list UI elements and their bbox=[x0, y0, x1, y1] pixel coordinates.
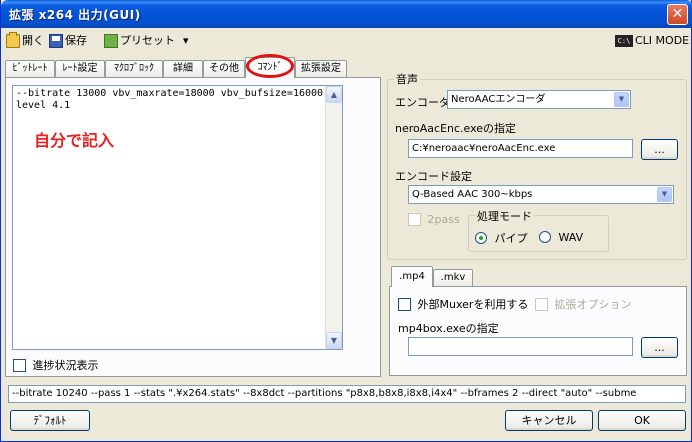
close-button[interactable]: ✕ bbox=[667, 4, 688, 25]
save-label: 保存 bbox=[65, 34, 87, 47]
encode-setting-value: Q-Based AAC 300~kbps bbox=[412, 189, 533, 200]
default-button[interactable]: ﾃﾞﾌｫﾙﾄ bbox=[10, 410, 90, 431]
mode-pipe-radio[interactable] bbox=[475, 232, 487, 244]
progress-checkbox[interactable] bbox=[13, 358, 26, 372]
twopass-checkbox[interactable] bbox=[408, 212, 421, 226]
ext-option-checkbox[interactable] bbox=[535, 297, 548, 311]
encoder-select[interactable]: NeroAACエンコーダ ▼ bbox=[447, 90, 631, 109]
encoder-label: エンコーダ bbox=[395, 96, 450, 109]
title-bar: 拡張 x264 出力(GUI) ✕ bbox=[1, 0, 692, 28]
save-button[interactable]: 保存 bbox=[49, 32, 87, 50]
chevron-down-icon[interactable]: ▼ bbox=[657, 187, 672, 202]
scroll-down-icon[interactable]: ▼ bbox=[326, 332, 342, 349]
toolbar: 開く 保存 プリセット ▾ C:\ CLI MODE bbox=[3, 29, 691, 53]
chevron-down-icon[interactable]: ▼ bbox=[614, 92, 629, 107]
vertical-scrollbar[interactable]: ▲ ▼ bbox=[325, 86, 342, 349]
cli-mode-button[interactable]: C:\ CLI MODE bbox=[615, 32, 689, 50]
preset-label: プリセット bbox=[120, 34, 175, 47]
tab-rate-settings[interactable]: ﾚｰﾄ設定 bbox=[55, 60, 105, 77]
cli-mode-label: CLI MODE bbox=[635, 34, 690, 47]
preset-icon bbox=[104, 34, 118, 48]
ext-option-checkbox-row[interactable]: 拡張オプション bbox=[535, 296, 632, 312]
tab-other[interactable]: その他 bbox=[203, 60, 245, 77]
cancel-button[interactable]: キャンセル bbox=[505, 410, 593, 431]
tab-macroblock[interactable]: ﾏｸﾛﾌﾞﾛｯｸ bbox=[105, 60, 163, 77]
mode-wav-radio-row[interactable]: WAV bbox=[539, 230, 583, 244]
mode-group-title: 処理モード bbox=[475, 208, 534, 224]
mode-wav-label: WAV bbox=[558, 230, 584, 244]
console-icon: C:\ bbox=[615, 35, 633, 47]
tab-mp4[interactable]: .mp4 bbox=[391, 266, 433, 287]
tab-bitrate[interactable]: ﾋﾞｯﾄﾚｰﾄ bbox=[5, 60, 55, 77]
open-button[interactable]: 開く bbox=[6, 32, 44, 50]
close-icon: ✕ bbox=[671, 6, 684, 22]
command-text: --bitrate 13000 vbv_maxrate=18000 vbv_bu… bbox=[16, 88, 342, 111]
tab-extended-settings[interactable]: 拡張設定 bbox=[295, 60, 347, 77]
annotation-text: 自分で記入 bbox=[34, 131, 115, 150]
twopass-checkbox-row[interactable]: 2pass bbox=[408, 212, 460, 226]
open-label: 開く bbox=[22, 34, 44, 47]
command-textarea[interactable]: --bitrate 13000 vbv_maxrate=18000 vbv_bu… bbox=[12, 85, 343, 350]
external-muxer-checkbox[interactable] bbox=[398, 297, 411, 311]
encoder-select-value: NeroAACエンコーダ bbox=[451, 94, 546, 105]
mode-pipe-radio-row[interactable]: パイプ bbox=[475, 230, 528, 246]
progress-checkbox-row[interactable]: 進捗状況表示 bbox=[13, 357, 99, 373]
chevron-down-icon: ▾ bbox=[183, 34, 189, 47]
tab-details[interactable]: 詳細 bbox=[163, 60, 203, 77]
mp4box-browse-button[interactable]: ... bbox=[641, 337, 678, 358]
twopass-label: 2pass bbox=[427, 212, 460, 226]
mode-wav-radio[interactable] bbox=[539, 231, 551, 243]
external-muxer-label: 外部Muxerを利用する bbox=[417, 298, 529, 311]
progress-checkbox-label: 進捗状況表示 bbox=[32, 359, 99, 372]
floppy-disk-icon bbox=[49, 34, 63, 48]
scroll-up-icon[interactable]: ▲ bbox=[326, 86, 342, 103]
ext-option-label: 拡張オプション bbox=[554, 298, 632, 311]
preset-button[interactable]: プリセット ▾ bbox=[104, 32, 189, 50]
exe-path-input[interactable]: C:¥neroaac¥neroAacEnc.exe bbox=[408, 139, 633, 158]
folder-open-icon bbox=[6, 32, 20, 48]
external-muxer-checkbox-row[interactable]: 外部Muxerを利用する bbox=[398, 296, 528, 312]
exe-path-label: neroAacEnc.exeの指定 bbox=[395, 122, 517, 135]
audio-group-title: 音声 bbox=[394, 71, 420, 87]
encode-setting-label: エンコード設定 bbox=[395, 170, 472, 183]
exe-browse-button[interactable]: ... bbox=[641, 139, 678, 160]
mp4box-path-input[interactable] bbox=[408, 337, 633, 356]
mp4box-label: mp4box.exeの指定 bbox=[398, 322, 499, 335]
encode-setting-select[interactable]: Q-Based AAC 300~kbps ▼ bbox=[408, 185, 674, 204]
tab-command[interactable]: ｺﾏﾝﾄﾞ bbox=[245, 57, 295, 78]
ok-button[interactable]: OK bbox=[598, 410, 686, 431]
mode-pipe-label: パイプ bbox=[494, 232, 528, 245]
window-title: 拡張 x264 出力(GUI) bbox=[9, 8, 141, 22]
commandline-preview[interactable]: --bitrate 10240 --pass 1 --stats ".¥x264… bbox=[8, 385, 686, 403]
main-window: 拡張 x264 出力(GUI) ✕ 開く 保存 プリセット ▾ C:\ CLI … bbox=[0, 0, 692, 442]
tab-mkv[interactable]: .mkv bbox=[433, 269, 473, 286]
